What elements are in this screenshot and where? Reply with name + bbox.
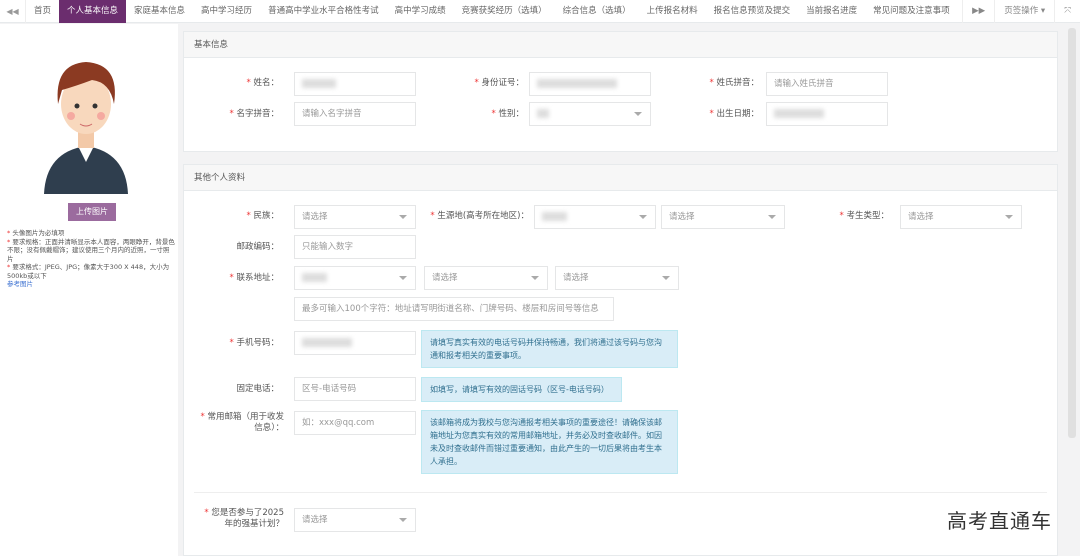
email-tip: 该邮箱将成为我校与您沟通报考相关事项的重要途径！请确保该邮箱地址为您真实有效的常… bbox=[421, 410, 678, 474]
photo-requirements: * 头像图片为必填项 * 要求规格：正面并清晰显示本人面容，两眼睁开，背景色不限… bbox=[7, 229, 175, 288]
address-detail-input[interactable]: 最多可输入100个字符：地址请写明街道名称、门牌号码、楼层和房间号等信息 bbox=[294, 297, 614, 321]
tab-bar: ◀◀ 首页 个人基本信息 家庭基本信息 高中学习经历 普通高中学业水平合格性考试… bbox=[0, 0, 1080, 23]
tab-home[interactable]: 首页 bbox=[26, 0, 59, 23]
landline-input[interactable]: 区号-电话号码 bbox=[294, 377, 416, 401]
tab-personal-info[interactable]: 个人基本信息 bbox=[59, 0, 127, 23]
strong-base-plan-label: 您是否参与了2025年的强基计划？ bbox=[211, 508, 284, 529]
strong-base-plan-select[interactable]: 请选择 bbox=[294, 508, 416, 532]
tab-operations-button[interactable]: 页签操作 ▾ bbox=[994, 0, 1054, 23]
postal-label: 邮政编码： bbox=[236, 242, 279, 252]
surname-pinyin-label: 姓氏拼音： bbox=[716, 78, 759, 88]
tab-awards[interactable]: 竞赛获奖经历（选填） bbox=[454, 0, 555, 23]
id-number-input[interactable] bbox=[529, 72, 651, 96]
panel-title: 基本信息 bbox=[184, 32, 1057, 58]
mobile-input[interactable] bbox=[294, 331, 416, 355]
tab-faq[interactable]: 常见问题及注意事项 bbox=[865, 0, 958, 23]
birth-date-label: 出生日期： bbox=[716, 109, 759, 119]
scrollbar[interactable] bbox=[1068, 28, 1076, 438]
watermark: 高考直通车 bbox=[947, 509, 1052, 533]
avatar bbox=[44, 62, 128, 194]
divider bbox=[194, 492, 1047, 493]
scroll-left-icon[interactable]: ◀◀ bbox=[0, 0, 26, 23]
tab-preview-submit[interactable]: 报名信息预览及提交 bbox=[706, 0, 799, 23]
surname-pinyin-input[interactable]: 请输入姓氏拼音 bbox=[766, 72, 888, 96]
sidebar: 上传图片 * 头像图片为必填项 * 要求规格：正面并清晰显示本人面容，两眼睁开，… bbox=[0, 24, 178, 556]
fullscreen-icon[interactable]: ⤧ bbox=[1054, 0, 1080, 23]
note-format: 要求格式：JPEG、JPG；像素大于300 X 448，大小为500kb或以下 bbox=[7, 263, 170, 280]
mobile-label: 手机号码： bbox=[236, 338, 279, 348]
tab-proficiency-exam[interactable]: 普通高中学业水平合格性考试 bbox=[260, 0, 387, 23]
birth-date-input[interactable] bbox=[766, 102, 888, 126]
name-label: 姓名： bbox=[253, 78, 279, 88]
address-province-select[interactable] bbox=[294, 266, 416, 290]
name-input[interactable] bbox=[294, 72, 416, 96]
postal-code-input[interactable]: 只能输入数字 bbox=[294, 235, 416, 259]
reference-photo-link[interactable]: 参考图片 bbox=[7, 280, 33, 288]
tab-high-school[interactable]: 高中学习经历 bbox=[193, 0, 260, 23]
note-spec: 要求规格：正面并清晰显示本人面容，两眼睁开，背景色不限；没有佩戴帽饰；建议使用三… bbox=[7, 237, 175, 263]
address-district-select[interactable]: 请选择 bbox=[555, 266, 679, 290]
note-required: 头像图片为必填项 bbox=[12, 229, 65, 237]
tab-comprehensive[interactable]: 综合信息（选填） bbox=[555, 0, 639, 23]
id-label: 身份证号： bbox=[481, 78, 524, 88]
other-info-panel: 其他个人资料 * 民族： 请选择 * 生源地(高考所在地区)： 请选择 * 考生… bbox=[183, 164, 1058, 556]
ethnic-label: 民族： bbox=[253, 211, 279, 221]
origin-province-select[interactable] bbox=[534, 205, 656, 229]
origin-city-select[interactable]: 请选择 bbox=[661, 205, 785, 229]
origin-label: 生源地(高考所在地区)： bbox=[437, 211, 529, 221]
upload-photo-button[interactable]: 上传图片 bbox=[68, 203, 116, 221]
given-pinyin-input[interactable]: 请输入名字拼音 bbox=[294, 102, 416, 126]
scroll-right-icon[interactable]: ▶▶ bbox=[962, 0, 994, 23]
basic-info-panel: 基本信息 * 姓名： * 身份证号： * 姓氏拼音： 请输入姓氏拼音 * 名字拼… bbox=[183, 31, 1058, 152]
candidate-type-label: 考生类型： bbox=[846, 211, 889, 221]
phone-label: 固定电话： bbox=[236, 384, 279, 394]
landline-tip: 如填写，请填写有效的固话号码（区号-电话号码） bbox=[421, 377, 622, 402]
address-city-select[interactable]: 请选择 bbox=[424, 266, 548, 290]
panel-title: 其他个人资料 bbox=[184, 165, 1057, 191]
candidate-type-select[interactable]: 请选择 bbox=[900, 205, 1022, 229]
tab-progress[interactable]: 当前报名进度 bbox=[798, 0, 865, 23]
email-input[interactable]: 如：xxx@qq.com bbox=[294, 411, 416, 435]
email-label: 常用邮箱（用于收发信息）： bbox=[207, 412, 284, 433]
given-pinyin-label: 名字拼音： bbox=[236, 109, 279, 119]
gender-select[interactable] bbox=[529, 102, 651, 126]
address-label: 联系地址： bbox=[236, 273, 279, 283]
tab-grades[interactable]: 高中学习成绩 bbox=[387, 0, 454, 23]
ethnic-select[interactable]: 请选择 bbox=[294, 205, 416, 229]
tab-upload-materials[interactable]: 上传报名材料 bbox=[639, 0, 706, 23]
gender-label: 性别： bbox=[498, 109, 524, 119]
mobile-tip: 请填写真实有效的电话号码并保持畅通，我们将通过该号码与您沟通和报考相关的重要事项… bbox=[421, 330, 678, 368]
tab-family-info[interactable]: 家庭基本信息 bbox=[126, 0, 193, 23]
